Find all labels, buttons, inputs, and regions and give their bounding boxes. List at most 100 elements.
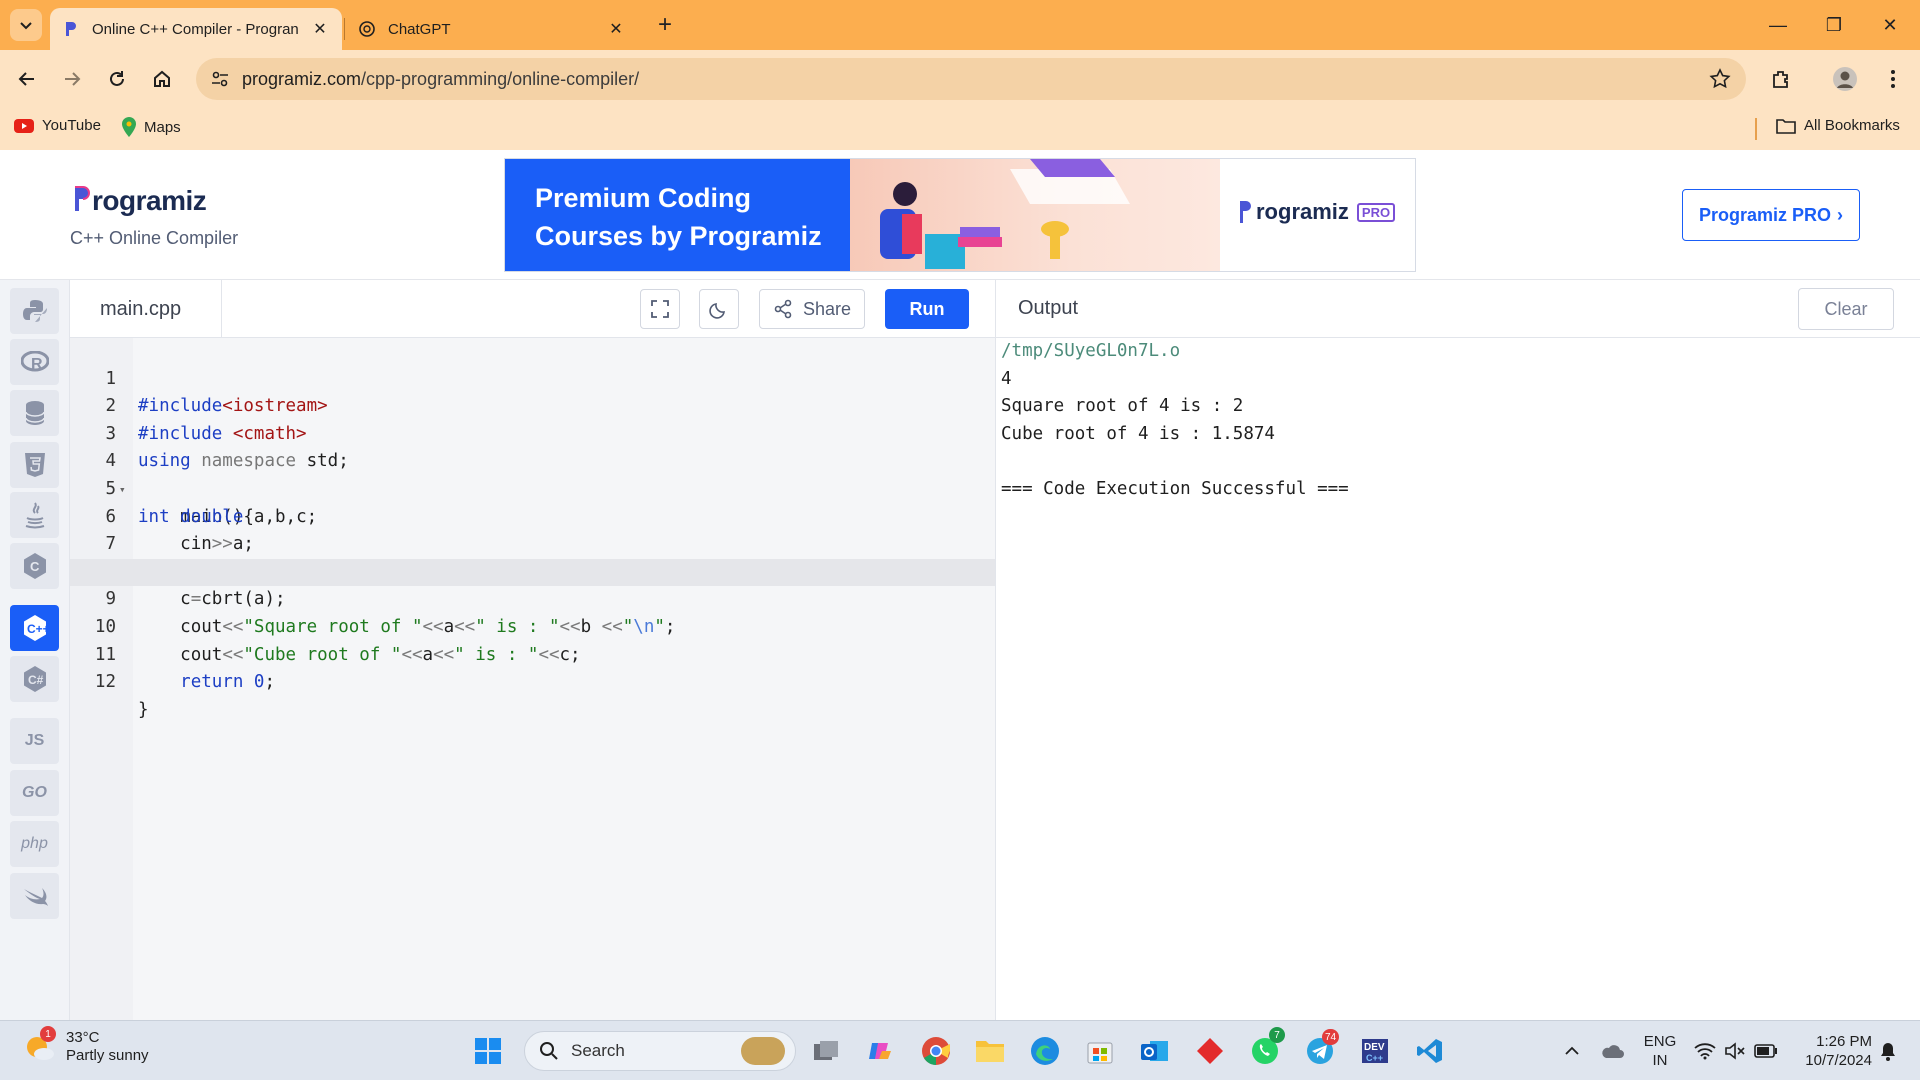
reload-icon[interactable] [100, 62, 134, 96]
system-clock[interactable]: 1:26 PM 10/7/2024 [1790, 1032, 1872, 1070]
cpp-icon[interactable]: C++ [10, 605, 59, 651]
address-bar[interactable]: programiz.com/cpp-programming/online-com… [196, 58, 1746, 100]
ad-banner[interactable]: Premium Coding Courses by Programiz rogr… [504, 158, 1416, 272]
code-line[interactable]: 10 cout<<"Cube root of "<<a<<" is : "<<c… [70, 586, 995, 665]
weather-widget[interactable]: 1 33°C Partly sunny [22, 1026, 149, 1065]
browser-toolbar: programiz.com/cpp-programming/online-com… [0, 50, 1920, 108]
extensions-icon[interactable] [1764, 62, 1798, 96]
code-line-active[interactable]: 9 cout<<"Square root of "<<a<<" is : "<<… [70, 558, 995, 637]
share-icon [774, 299, 792, 319]
output-line: 4 [1001, 368, 1012, 389]
editor-toolbar: main.cpp Share Run [70, 280, 995, 338]
svg-text:C: C [30, 559, 40, 574]
share-button[interactable]: Share [759, 289, 865, 329]
moon-icon [709, 303, 725, 319]
battery-icon[interactable] [1750, 1021, 1782, 1080]
close-tab-icon[interactable]: ✕ [606, 19, 626, 39]
menu-kebab-icon[interactable] [1876, 62, 1910, 96]
code-line[interactable]: 6 cin>>a; [70, 476, 995, 555]
all-bookmarks-button[interactable]: All Bookmarks [1776, 117, 1900, 134]
banner-pro-logo: rogramiz PRO [1220, 159, 1415, 271]
tab-programiz[interactable]: Online C++ Compiler - Progran ✕ [50, 8, 342, 50]
restore-icon[interactable]: ❐ [1806, 0, 1862, 50]
code-line[interactable]: 7 b=sqrt(a); [70, 504, 995, 582]
code-line[interactable]: 2 #include <cmath> [70, 366, 995, 444]
bookmark-star-icon[interactable] [1708, 67, 1732, 91]
task-view-icon[interactable] [808, 1033, 844, 1069]
all-bookmarks-label: All Bookmarks [1804, 117, 1900, 134]
sql-database-icon[interactable] [10, 390, 59, 436]
dev-cpp-icon[interactable]: DEV C++ [1357, 1033, 1393, 1069]
svg-text:C++: C++ [1366, 1053, 1383, 1063]
notification-bell-icon[interactable] [1874, 1021, 1902, 1080]
show-hidden-icons-icon[interactable] [1558, 1021, 1586, 1080]
fullscreen-button[interactable] [640, 289, 680, 329]
microsoft-store-icon[interactable] [1082, 1033, 1118, 1069]
code-line[interactable]: 4 ▾ int main(){ [70, 421, 995, 526]
programiz-logo[interactable]: rogramiz [72, 184, 207, 217]
php-icon[interactable]: php [10, 821, 59, 867]
r-icon[interactable]: R [10, 339, 59, 385]
file-tab-main-cpp[interactable]: main.cpp [70, 280, 222, 338]
onedrive-cloud-icon[interactable] [1596, 1021, 1628, 1080]
code-line[interactable]: 1 #include<iostream> [70, 338, 995, 417]
output-toolbar: Output Clear [995, 280, 1920, 338]
wifi-icon[interactable] [1690, 1021, 1720, 1080]
file-explorer-icon[interactable] [972, 1033, 1008, 1069]
fullscreen-icon [651, 300, 669, 318]
language-indicator[interactable]: ENG IN [1640, 1032, 1680, 1070]
bookmark-youtube[interactable]: YouTube [14, 117, 101, 134]
vscode-icon[interactable] [1412, 1033, 1448, 1069]
run-button[interactable]: Run [885, 289, 969, 329]
tab-search-button[interactable] [10, 9, 42, 41]
clear-button[interactable]: Clear [1798, 288, 1894, 330]
line-number: 12 [94, 672, 116, 693]
output-line: Square root of 4 is : 2 [1001, 396, 1244, 417]
code-editor[interactable]: 1 #include<iostream> 2 #include <cmath> … [70, 338, 995, 1020]
code-line[interactable]: 11 return 0; [70, 614, 995, 693]
code-line[interactable]: 5 double a,b,c; [70, 448, 995, 527]
profile-avatar[interactable] [1828, 62, 1862, 96]
go-icon[interactable]: GO [10, 770, 59, 816]
code-line[interactable]: 8 c=cbrt(a); [70, 531, 995, 610]
tab-chatgpt[interactable]: ChatGPT ✕ [346, 8, 638, 50]
forward-icon[interactable] [55, 62, 89, 96]
code-line[interactable]: 12 } [70, 642, 995, 720]
close-tab-icon[interactable]: ✕ [310, 19, 330, 39]
back-icon[interactable] [10, 62, 44, 96]
swift-icon[interactable] [10, 873, 59, 919]
taskbar-search[interactable]: Search [524, 1031, 796, 1071]
dark-mode-button[interactable] [699, 289, 739, 329]
svg-text:C++: C++ [27, 622, 48, 636]
java-icon[interactable] [10, 492, 59, 538]
home-icon[interactable] [145, 62, 179, 96]
start-windows-icon[interactable] [470, 1033, 506, 1069]
code-line[interactable]: 3 using namespace std; [70, 393, 995, 472]
close-window-icon[interactable]: ✕ [1862, 0, 1918, 50]
search-label: Search [571, 1041, 625, 1060]
javascript-icon[interactable]: JS [10, 718, 59, 764]
telegram-icon[interactable]: 74 [1302, 1029, 1340, 1069]
bookmark-maps[interactable]: Maps [122, 117, 181, 137]
tab-title: ChatGPT [388, 20, 451, 38]
python-icon[interactable] [10, 288, 59, 334]
outlook-icon[interactable] [1137, 1033, 1173, 1069]
programiz-pro-button[interactable]: Programiz PRO › [1682, 189, 1860, 241]
copilot-icon[interactable] [862, 1033, 898, 1069]
csharp-icon[interactable]: C# [10, 656, 59, 702]
output-line: === Code Execution Successful === [1001, 479, 1349, 499]
edge-icon[interactable] [1027, 1033, 1063, 1069]
svg-text:C#: C# [28, 673, 44, 687]
temperature: 33°C [66, 1029, 100, 1046]
whatsapp-icon[interactable]: 7 [1247, 1027, 1285, 1069]
app-diamond-icon[interactable] [1192, 1033, 1228, 1069]
chrome-icon[interactable] [918, 1033, 954, 1069]
c-icon[interactable]: C [10, 543, 59, 589]
site-info-icon[interactable] [210, 69, 230, 89]
volume-muted-icon[interactable] [1720, 1021, 1750, 1080]
html5-icon[interactable] [10, 442, 59, 488]
minimize-icon[interactable]: — [1750, 0, 1806, 50]
whatsapp-badge: 7 [1269, 1027, 1285, 1043]
output-console[interactable]: /tmp/SUyeGL0n7L.o 4 Square root of 4 is … [995, 338, 1920, 1020]
new-tab-icon[interactable]: + [650, 10, 680, 40]
